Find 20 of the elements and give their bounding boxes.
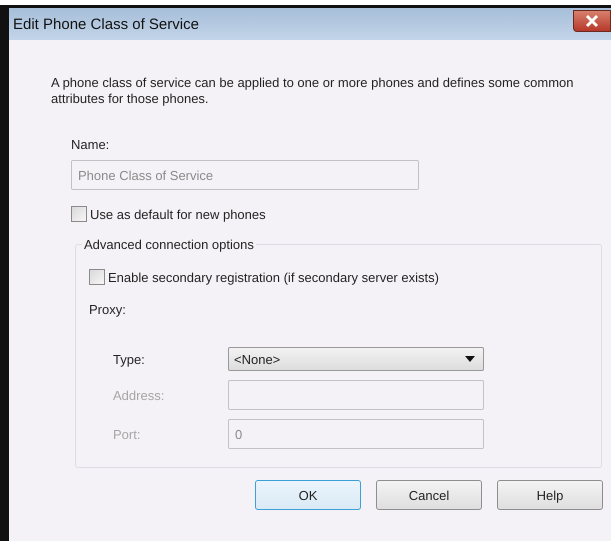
field-label: Address:	[113, 388, 166, 402]
dropdown-caret-icon	[465, 356, 475, 362]
type-dropdown[interactable]: <None>	[228, 347, 484, 371]
dialog-button[interactable]: Cancel	[376, 480, 482, 510]
field-label: Type:	[113, 352, 146, 366]
dialog-button[interactable]: Help	[497, 480, 603, 510]
checkbox-label: Enable secondary registration (if secondary server exists)	[108, 270, 439, 284]
close-icon	[585, 14, 599, 28]
dialog-button[interactable]: OK	[255, 480, 361, 510]
window-title: Edit Phone Class of Service	[13, 16, 199, 32]
group-legend: Advanced connection options	[82, 237, 256, 252]
close-button[interactable]	[573, 10, 611, 32]
checkbox[interactable]	[89, 269, 105, 285]
text-field[interactable]	[228, 380, 484, 410]
name-label: Name:	[71, 137, 110, 152]
description-text: A phone class of service can be applied to one or more phones and defines some common attributes for those phones.	[51, 75, 574, 107]
checkbox[interactable]	[71, 206, 87, 222]
checkbox-label: Use as default for new phones	[90, 206, 266, 222]
field-label: Port:	[113, 426, 142, 442]
proxy-label: Proxy:	[89, 302, 127, 317]
